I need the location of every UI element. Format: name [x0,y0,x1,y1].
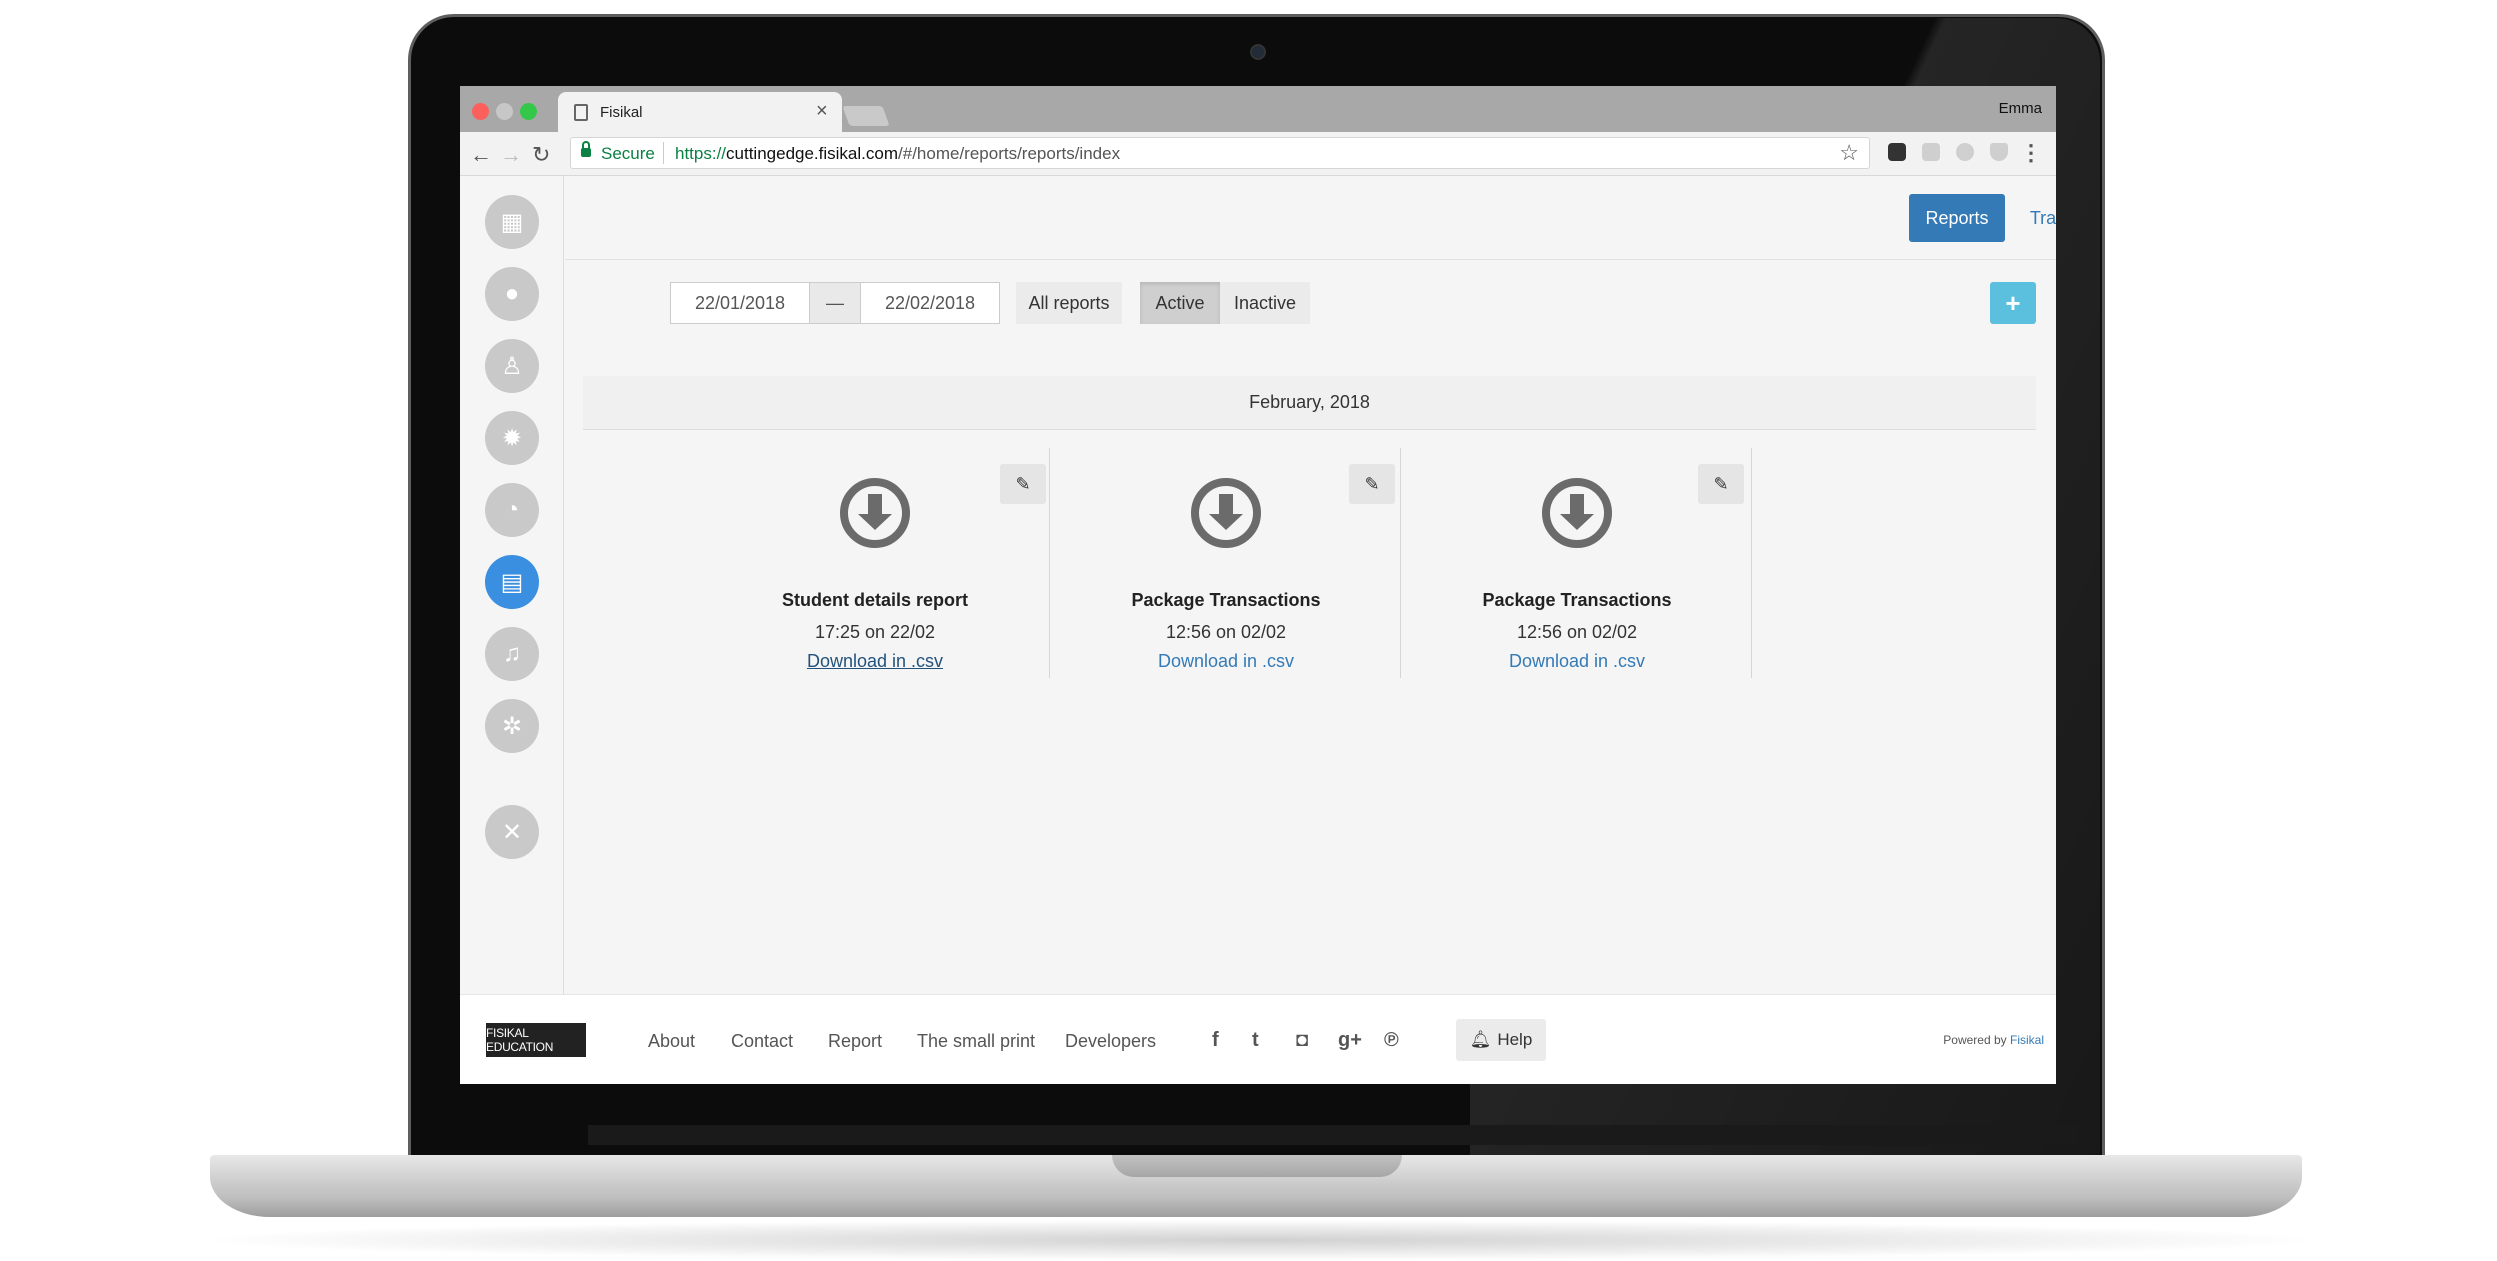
reports-icon[interactable]: ▤ [485,555,539,609]
footer-logo[interactable]: FISIKAL EDUCATION [486,1023,586,1057]
secure-label: Secure [601,144,655,163]
bookmark-star-icon[interactable]: ☆ [1839,140,1859,166]
date-separator: — [810,282,860,324]
download-icon[interactable] [1542,478,1612,548]
new-tab-button[interactable] [842,106,890,126]
footer-link-small-print[interactable]: The small print [917,1031,1035,1052]
extension-shield-icon[interactable] [1990,143,2008,161]
active-button[interactable]: Active [1140,282,1220,324]
forward-icon[interactable]: → [500,142,522,168]
powered-by: Powered by Fisikal [1943,1033,2044,1047]
footer-link-developers[interactable]: Developers [1065,1031,1156,1052]
laptop-notch [1112,1155,1402,1177]
laptop-shadow [210,1220,2310,1260]
help-label: Help [1497,1030,1533,1049]
instagram-icon[interactable]: ◘ [1296,1029,1308,1052]
powered-brand-link[interactable]: Fisikal [2010,1033,2044,1047]
url-scheme: https:// [675,144,727,163]
group-icon[interactable]: ● [485,267,539,321]
url-path: /#/home/reports/reports/index [898,144,1121,163]
help-button[interactable]: 🔔︎ Help [1456,1019,1546,1061]
google-plus-icon[interactable]: g+ [1338,1029,1362,1052]
profile-name[interactable]: Emma [1999,100,2042,117]
url-text[interactable]: https://cuttingedge.fisikal.com/#/home/r… [675,144,1120,164]
badge-icon[interactable]: ✹ [485,411,539,465]
report-title: Package Transactions [1131,590,1321,610]
app: ▦ ● ♙ ✹ ◔ ▤ ♫ ✲ ✕ Reports Transactions 2… [460,176,2056,1084]
report-title: Student details report [781,590,969,610]
report-card: ✎ Package Transactions 12:56 on 02/02 Do… [1402,448,1752,678]
lock-icon [581,141,591,157]
date-to-input[interactable]: 22/02/2018 [860,282,1000,324]
edit-report-button[interactable]: ✎ [1000,464,1046,504]
url-host: cuttingedge.fisikal.com [726,144,899,163]
footer-link-report[interactable]: Report [828,1031,882,1052]
report-card: ✎ Package Transactions 12:56 on 02/02 Do… [1051,448,1401,678]
bell-icon: 🔔︎ [1469,1030,1492,1049]
footer: FISIKAL EDUCATION About Contact Report T… [460,994,2056,1084]
add-report-button[interactable]: + [1990,282,2036,324]
download-csv-link[interactable]: Download in .csv [700,651,1050,672]
download-icon[interactable] [840,478,910,548]
report-title: Package Transactions [1482,590,1672,610]
maximize-window-button[interactable] [520,103,537,120]
screen: Fisikal × Emma ← → ↻ Secure https://cutt… [460,86,2056,1084]
month-header: February, 2018 [583,376,2036,430]
url-separator [663,142,664,164]
address-bar[interactable]: Secure https://cuttingedge.fisikal.com/#… [570,137,1870,169]
report-time: 12:56 on 02/02 [1165,622,1287,642]
twitter-icon[interactable]: t [1252,1029,1259,1052]
close-icon[interactable]: ✕ [485,805,539,859]
edit-report-button[interactable]: ✎ [1349,464,1395,504]
back-icon[interactable]: ← [470,142,492,168]
sidebar: ▦ ● ♙ ✹ ◔ ▤ ♫ ✲ ✕ [460,176,564,994]
all-reports-button[interactable]: All reports [1016,282,1122,324]
minimize-window-button[interactable] [496,103,513,120]
report-time: 17:25 on 22/02 [814,622,936,642]
date-from-input[interactable]: 22/01/2018 [670,282,810,324]
browser-menu-icon[interactable]: ⋮ [2020,140,2042,166]
browser-tabbar: Fisikal × Emma [460,86,2056,132]
extension-leaf-icon[interactable] [1922,143,1940,161]
dashboard-icon[interactable]: ◔ [485,483,539,537]
bezel-bottom [588,1125,2078,1145]
footer-link-contact[interactable]: Contact [731,1031,793,1052]
tab-transactions[interactable]: Transactions [2021,194,2056,242]
facebook-icon[interactable]: f [1212,1029,1219,1052]
footer-link-about[interactable]: About [648,1031,695,1052]
report-card: ✎ Student details report 17:25 on 22/02 … [700,448,1050,678]
inactive-button[interactable]: Inactive [1220,282,1310,324]
content-header: Reports Transactions [565,176,2056,260]
close-window-button[interactable] [472,103,489,120]
download-csv-link[interactable]: Download in .csv [1402,651,1752,672]
edit-report-button[interactable]: ✎ [1698,464,1744,504]
extension-cloud-icon[interactable] [1956,143,1974,161]
download-csv-link[interactable]: Download in .csv [1051,651,1401,672]
tab-close-icon[interactable]: × [816,100,828,123]
tab-title: Fisikal [600,104,643,121]
download-icon[interactable] [1191,478,1261,548]
camera-icon [1250,44,1266,60]
bell-icon[interactable]: ♫ [485,627,539,681]
user-icon[interactable]: ♙ [485,339,539,393]
browser-tab[interactable]: Fisikal × [558,92,842,132]
reload-icon[interactable]: ↻ [532,142,550,168]
page-icon [574,104,588,121]
report-time: 12:56 on 02/02 [1516,622,1638,642]
extension-owl-icon[interactable] [1888,143,1906,161]
tab-reports[interactable]: Reports [1909,194,2005,242]
gear-icon[interactable]: ✲ [485,699,539,753]
powered-prefix: Powered by [1943,1033,2007,1047]
calendar-icon[interactable]: ▦ [485,195,539,249]
browser-toolbar: ← → ↻ Secure https://cuttingedge.fisikal… [460,132,2056,176]
pinterest-icon[interactable]: ℗ [1384,1029,1399,1052]
